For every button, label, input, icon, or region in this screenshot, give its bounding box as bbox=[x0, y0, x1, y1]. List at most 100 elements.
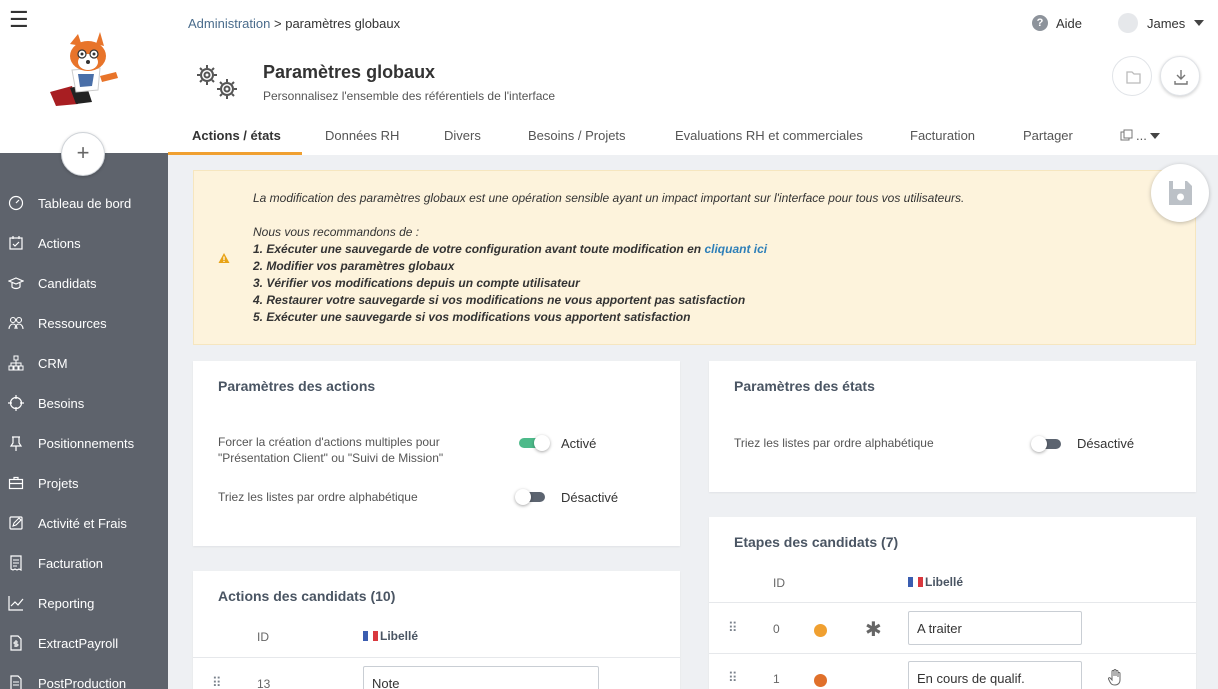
states-params-title: Paramètres des états bbox=[734, 378, 875, 394]
sidebar-item-crm[interactable]: CRM bbox=[0, 343, 168, 383]
active-tab-underline bbox=[168, 152, 302, 155]
actions-params-card: Paramètres des actions Forcer la créatio… bbox=[193, 361, 680, 546]
actions-params-title: Paramètres des actions bbox=[218, 378, 376, 394]
add-button[interactable]: + bbox=[61, 132, 105, 176]
sort-actions-toggle[interactable] bbox=[515, 489, 549, 505]
sidebar-item-reporting[interactable]: Reporting bbox=[0, 583, 168, 623]
drag-handle-icon[interactable]: ⠿ bbox=[212, 675, 221, 689]
users-icon bbox=[8, 316, 24, 330]
tab-besoins-projets[interactable]: Besoins / Projets bbox=[528, 128, 626, 143]
tab-actions-etats[interactable]: Actions / états bbox=[192, 128, 281, 143]
hamburger-menu-icon[interactable]: ☰ bbox=[9, 9, 29, 31]
sidebar-item-label: Tableau de bord bbox=[38, 195, 132, 211]
sidebar-item-activite-et-frais[interactable]: Activité et Frais bbox=[0, 503, 168, 543]
drag-handle-icon[interactable]: ⠿ bbox=[728, 670, 737, 686]
page-subtitle: Personnalisez l'ensemble des référentiel… bbox=[263, 89, 556, 103]
col-label-header[interactable]: Libellé bbox=[908, 575, 963, 589]
divider bbox=[709, 602, 1196, 603]
force-multiple-actions-label: Forcer la création d'actions multiples p… bbox=[218, 434, 443, 466]
tab-partager[interactable]: Partager bbox=[1023, 128, 1073, 143]
backup-link[interactable]: cliquant ici bbox=[704, 242, 767, 256]
sort-states-toggle[interactable] bbox=[1031, 436, 1065, 452]
warning-icon bbox=[218, 253, 230, 263]
sidebar-item-facturation[interactable]: Facturation bbox=[0, 543, 168, 583]
sidebar-item-actions[interactable]: Actions bbox=[0, 223, 168, 263]
sidebar-item-label: Candidats bbox=[38, 275, 97, 291]
sidebar-item-label: Positionnements bbox=[38, 435, 135, 451]
sidebar-item-label: Projets bbox=[38, 475, 79, 491]
candidate-steps-card: Etapes des candidats (7) ID Libellé ⠿ 0 … bbox=[709, 517, 1196, 689]
status-color-dot[interactable] bbox=[814, 674, 827, 687]
candidate-steps-title: Etapes des candidats (7) bbox=[734, 534, 899, 550]
page-header: Administration > paramètres globaux ? Ai… bbox=[168, 0, 1218, 155]
sidebar-item-ressources[interactable]: Ressources bbox=[0, 303, 168, 343]
sort-states-state: Désactivé bbox=[1077, 436, 1135, 451]
force-multiple-actions-toggle[interactable] bbox=[517, 435, 551, 451]
sidebar-item-postproduction[interactable]: PostProduction bbox=[0, 663, 168, 689]
sidebar-item-label: PostProduction bbox=[38, 675, 127, 689]
gears-icon bbox=[197, 65, 237, 99]
tab-donnees-rh[interactable]: Données RH bbox=[325, 128, 399, 143]
tab-bar: Actions / états Données RH Divers Besoin… bbox=[168, 118, 1218, 155]
label-input[interactable]: Note bbox=[363, 666, 599, 689]
page-title: Paramètres globaux bbox=[263, 62, 436, 82]
sidebar: ☰ + Tableau de bord Actions Candidats Resso… bbox=[0, 0, 168, 689]
warning-step-5: 5. Exécuter une sauvegarde si vos modifi… bbox=[253, 310, 691, 324]
tab-evaluations[interactable]: Evaluations RH et commerciales bbox=[675, 128, 863, 143]
warning-step-1: 1. Exécuter une sauvegarde de votre conf… bbox=[253, 242, 767, 256]
toggle-knob bbox=[534, 435, 550, 451]
states-params-card: Paramètres des états Triez les listes pa… bbox=[709, 361, 1196, 492]
divider bbox=[709, 653, 1196, 654]
force-multiple-actions-line2: "Présentation Client" ou "Suivi de Missi… bbox=[218, 451, 444, 465]
warning-banner: La modification des paramètres globaux e… bbox=[193, 170, 1196, 345]
caret-down-icon bbox=[1194, 20, 1205, 26]
fox-logo bbox=[50, 32, 118, 106]
save-button[interactable] bbox=[1151, 164, 1209, 222]
folder-icon bbox=[1126, 71, 1141, 84]
sidebar-item-candidats[interactable]: Candidats bbox=[0, 263, 168, 303]
caret-down-icon bbox=[1149, 132, 1160, 139]
sidebar-header: ☰ bbox=[0, 0, 168, 153]
dashboard-icon bbox=[8, 195, 24, 211]
sidebar-item-label: Ressources bbox=[38, 315, 107, 331]
main-content: Administration > paramètres globaux ? Ai… bbox=[168, 0, 1218, 689]
tab-more[interactable]: ... bbox=[1120, 128, 1160, 143]
sidebar-item-label: Besoins bbox=[38, 395, 85, 411]
warning-step-3: 3. Vérifier vos modifications depuis un … bbox=[253, 276, 580, 290]
help-label: Aide bbox=[1056, 15, 1083, 31]
sidebar-item-positionnements[interactable]: Positionnements bbox=[0, 423, 168, 463]
breadcrumb-current: paramètres globaux bbox=[285, 16, 401, 31]
floppy-disk-icon bbox=[1169, 181, 1192, 205]
status-color-dot[interactable] bbox=[814, 624, 827, 637]
calendar-check-icon bbox=[9, 236, 23, 250]
label-input[interactable]: En cours de qualif. bbox=[908, 661, 1082, 689]
sort-states-label: Triez les listes par ordre alphabétique bbox=[734, 436, 934, 450]
user-menu[interactable]: James bbox=[1118, 13, 1205, 33]
user-name: James bbox=[1147, 15, 1186, 31]
row-id: 1 bbox=[773, 672, 780, 686]
download-button[interactable] bbox=[1160, 56, 1200, 96]
col-id-header: ID bbox=[773, 576, 785, 590]
help-button[interactable]: ? Aide bbox=[1032, 15, 1082, 31]
invoice-icon bbox=[10, 555, 22, 571]
toggle-knob bbox=[515, 489, 531, 505]
col-label-header[interactable]: Libellé bbox=[363, 629, 418, 643]
sidebar-item-tableau-de-bord[interactable]: Tableau de bord bbox=[0, 183, 168, 223]
row-id: 0 bbox=[773, 622, 780, 636]
avatar bbox=[1118, 13, 1138, 33]
label-input[interactable]: A traiter bbox=[908, 611, 1082, 645]
breadcrumb-link-administration[interactable]: Administration bbox=[188, 16, 270, 31]
folder-button[interactable] bbox=[1112, 56, 1152, 96]
drag-handle-icon[interactable]: ⠿ bbox=[728, 620, 737, 636]
warning-step-1-text: 1. Exécuter une sauvegarde de votre conf… bbox=[253, 242, 705, 256]
tab-divers[interactable]: Divers bbox=[444, 128, 481, 143]
warning-message: La modification des paramètres globaux e… bbox=[253, 191, 965, 205]
sidebar-item-besoins[interactable]: Besoins bbox=[0, 383, 168, 423]
download-icon bbox=[1174, 70, 1188, 85]
breadcrumb: Administration > paramètres globaux bbox=[188, 16, 400, 31]
line-chart-icon bbox=[8, 596, 24, 611]
warning-step-2: 2. Modifier vos paramètres globaux bbox=[253, 259, 455, 273]
tab-facturation[interactable]: Facturation bbox=[910, 128, 975, 143]
sidebar-item-projets[interactable]: Projets bbox=[0, 463, 168, 503]
sidebar-item-extractpayroll[interactable]: ExtractPayroll bbox=[0, 623, 168, 663]
